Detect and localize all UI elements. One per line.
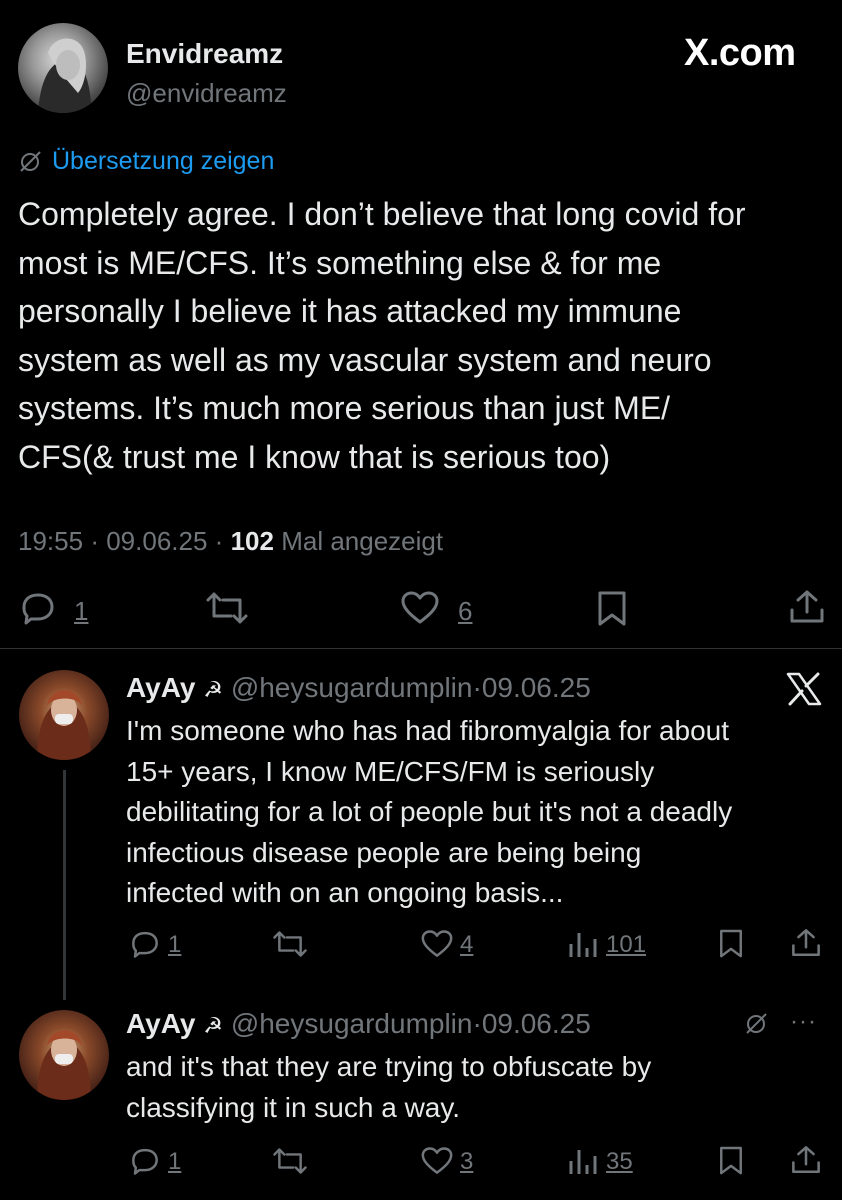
reply-icon[interactable] <box>130 929 160 959</box>
views-count[interactable]: 35 <box>606 1148 633 1176</box>
post-text-line: Completely agree. I don’t believe that l… <box>18 196 746 232</box>
post-meta: 19:55 · 09.06.25 · 102 Mal angezeigt <box>18 526 443 557</box>
like-icon[interactable] <box>420 1146 454 1176</box>
like-icon[interactable] <box>420 929 454 959</box>
reply-icon[interactable] <box>20 590 56 626</box>
author-avatar[interactable] <box>18 23 108 113</box>
repost-icon[interactable] <box>205 590 249 626</box>
like-icon[interactable] <box>400 590 440 626</box>
bookmark-icon[interactable] <box>718 928 744 960</box>
bookmark-icon[interactable] <box>718 1145 744 1177</box>
translate-link[interactable]: Übersetzung zeigen <box>18 146 274 176</box>
x-logo-icon <box>786 672 822 706</box>
post-text-line: CFS(& trust me I know that is serious to… <box>18 438 611 475</box>
thread-line <box>63 770 66 1000</box>
author-display-name[interactable]: Envidreamz <box>126 38 283 70</box>
like-count[interactable]: 3 <box>460 1148 473 1176</box>
translate-label: Übersetzung zeigen <box>52 146 275 175</box>
reply-handle[interactable]: @heysugardumplin <box>231 672 473 703</box>
share-icon[interactable] <box>790 1144 822 1176</box>
meta-separator: · <box>90 526 99 556</box>
reply-text-line: classifying it in such a way. <box>126 1091 461 1123</box>
share-icon[interactable] <box>788 588 826 626</box>
post-text-line: system as well as my vascular system and… <box>18 341 712 378</box>
reply-icon[interactable] <box>130 1146 160 1176</box>
reply-date[interactable]: 09.06.25 <box>482 1008 591 1039</box>
views-label: Mal angezeigt <box>281 526 444 556</box>
translate-icon[interactable] <box>744 1010 770 1036</box>
views-count: 102 <box>230 526 274 556</box>
post-text-line: personally I believe it has attacked my … <box>18 293 682 329</box>
views-icon[interactable] <box>568 1147 598 1175</box>
post-text: Completely agree. I don’t believe that l… <box>18 190 838 481</box>
hammer-sickle-emoji: ☭ <box>203 677 224 702</box>
like-count[interactable]: 4 <box>460 931 473 959</box>
reply-header: AyAy ☭ @heysugardumplin·09.06.25 <box>126 672 591 704</box>
reply-header: AyAy ☭ @heysugardumplin·09.06.25 <box>126 1008 591 1040</box>
meta-separator: · <box>472 672 482 703</box>
reply-text-line: infectious disease people are being bein… <box>126 836 642 868</box>
post-text-line: most is ME/CFS. It’s something else & fo… <box>18 244 662 281</box>
reply-avatar[interactable] <box>19 670 109 760</box>
share-icon[interactable] <box>790 927 822 959</box>
reply-text-line: debilitating for a lot of people but it'… <box>126 796 733 827</box>
post-date[interactable]: 09.06.25 <box>106 526 207 556</box>
hammer-sickle-emoji: ☭ <box>203 1013 224 1038</box>
reply-display-name[interactable]: AyAy <box>126 672 196 703</box>
views-icon[interactable] <box>568 930 598 958</box>
reply-text-line: infected with on an ongoing basis... <box>126 877 564 908</box>
reply-avatar[interactable] <box>19 1010 109 1100</box>
reply-handle[interactable]: @heysugardumplin <box>231 1008 473 1039</box>
reply-text-line: I'm someone who has had fibromyalgia for… <box>126 715 730 746</box>
reply-count[interactable]: 1 <box>74 596 88 627</box>
meta-separator: · <box>214 526 224 556</box>
reply-text-line: 15+ years, I know ME/CFS/FM is seriously <box>126 755 655 787</box>
more-options-icon[interactable]: ··· <box>790 1008 817 1036</box>
reply-text-line: and it's that they are trying to obfusca… <box>126 1051 652 1082</box>
post-time[interactable]: 19:55 <box>18 526 83 556</box>
reply-date[interactable]: 09.06.25 <box>482 672 591 703</box>
like-count[interactable]: 6 <box>458 596 472 627</box>
author-handle[interactable]: @envidreamz <box>126 78 287 109</box>
bookmark-icon[interactable] <box>596 590 628 628</box>
reply-text: and it's that they are trying to obfusca… <box>126 1047 836 1128</box>
views-count[interactable]: 101 <box>606 931 646 959</box>
divider <box>0 648 842 649</box>
translate-icon <box>18 148 44 174</box>
reply-count[interactable]: 1 <box>168 931 181 959</box>
meta-separator: · <box>472 1008 482 1039</box>
post-text-line: systems. It’s much more serious than jus… <box>18 390 671 426</box>
reply-count[interactable]: 1 <box>168 1148 181 1176</box>
reply-text: I'm someone who has had fibromyalgia for… <box>126 711 836 914</box>
repost-icon[interactable] <box>272 1146 308 1176</box>
reply-display-name[interactable]: AyAy <box>126 1008 196 1039</box>
x-watermark: X.com <box>684 32 796 74</box>
repost-icon[interactable] <box>272 929 308 959</box>
